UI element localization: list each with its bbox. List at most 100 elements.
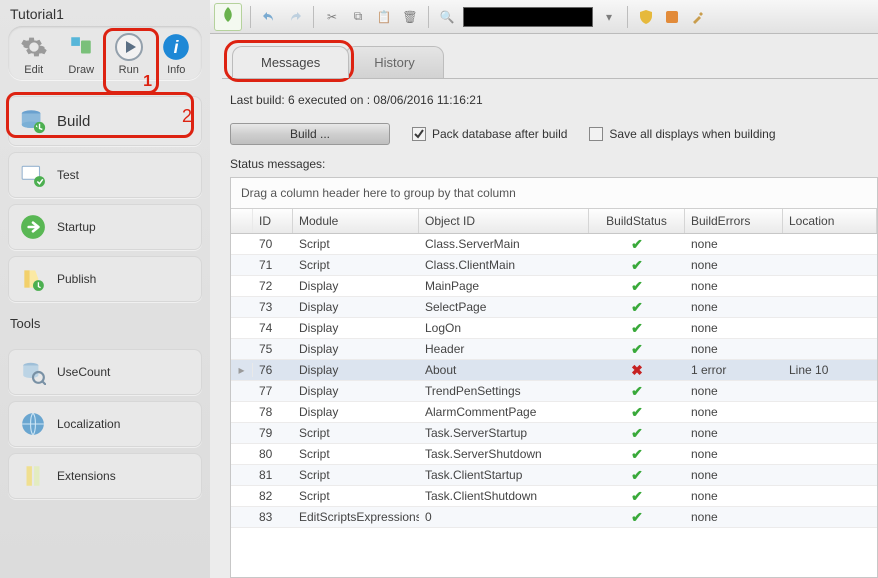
redo-icon[interactable] xyxy=(285,7,305,27)
publish-icon xyxy=(19,265,47,293)
tab-history[interactable]: History xyxy=(345,46,443,78)
save-displays-checkbox[interactable]: Save all displays when building xyxy=(589,127,775,141)
sidebar-item-startup[interactable]: Startup xyxy=(8,204,202,250)
table-row[interactable]: 73DisplaySelectPage✔none xyxy=(231,297,877,318)
table-row[interactable]: 74DisplayLogOn✔none xyxy=(231,318,877,339)
side-group-main: Build 2 Test Startup Publish xyxy=(8,96,202,302)
checkbox-checked-icon xyxy=(412,127,426,141)
cell-id: 78 xyxy=(253,405,293,419)
col-build-errors[interactable]: BuildErrors xyxy=(685,209,783,233)
table-row[interactable]: 83EditScriptsExpressions0✔none xyxy=(231,507,877,528)
app-logo[interactable] xyxy=(214,3,242,31)
cell-build-status: ✔ xyxy=(589,467,685,484)
cell-build-errors: none xyxy=(685,258,783,272)
cell-object-id: Class.ServerMain xyxy=(419,237,589,251)
table-row[interactable]: 70ScriptClass.ServerMain✔none xyxy=(231,234,877,255)
run-view-button[interactable]: Run 1 xyxy=(109,32,149,76)
check-icon: ✔ xyxy=(631,383,643,399)
table-row[interactable]: 82ScriptTask.ClientShutdown✔none xyxy=(231,486,877,507)
check-icon: ✔ xyxy=(631,299,643,315)
x-icon: ✖ xyxy=(631,362,643,378)
table-row[interactable]: 72DisplayMainPage✔none xyxy=(231,276,877,297)
cell-build-errors: none xyxy=(685,279,783,293)
annotation-number-1: 1 xyxy=(143,73,152,91)
col-object-id[interactable]: Object ID xyxy=(419,209,589,233)
cell-id: 81 xyxy=(253,468,293,482)
table-row[interactable]: 78DisplayAlarmCommentPage✔none xyxy=(231,402,877,423)
cell-module: Script xyxy=(293,468,419,482)
cell-build-errors: 1 error xyxy=(685,363,783,377)
undo-icon[interactable] xyxy=(259,7,279,27)
separator xyxy=(627,6,628,28)
sidebar-item-label: Extensions xyxy=(57,469,116,483)
zoom-icon[interactable]: 🔍 xyxy=(437,7,457,27)
status-messages-label: Status messages: xyxy=(222,157,878,175)
col-module[interactable]: Module xyxy=(293,209,419,233)
cell-build-errors: none xyxy=(685,300,783,314)
info-view-button[interactable]: i Info xyxy=(157,32,197,76)
cell-module: EditScriptsExpressions xyxy=(293,510,419,524)
cell-build-status: ✔ xyxy=(589,383,685,400)
annotation-box-1: 1 xyxy=(103,28,159,94)
paste-icon[interactable]: 📋 xyxy=(374,7,394,27)
edit-view-button[interactable]: Edit xyxy=(14,32,54,76)
info-label: Info xyxy=(167,64,185,76)
cell-build-status: ✔ xyxy=(589,320,685,337)
draw-icon xyxy=(66,32,96,62)
sidebar-item-test[interactable]: Test xyxy=(8,152,202,198)
sidebar-item-label: Localization xyxy=(57,417,120,431)
cell-module: Display xyxy=(293,321,419,335)
cell-object-id: Class.ClientMain xyxy=(419,258,589,272)
cell-build-status: ✔ xyxy=(589,488,685,505)
group-by-hint[interactable]: Drag a column header here to group by th… xyxy=(231,178,877,209)
tab-messages[interactable]: Messages xyxy=(232,46,349,78)
check-icon: ✔ xyxy=(631,257,643,273)
check-icon: ✔ xyxy=(631,404,643,420)
sidebar-item-localization[interactable]: Localization xyxy=(8,401,202,447)
checkbox-unchecked-icon xyxy=(589,127,603,141)
cell-build-status: ✔ xyxy=(589,257,685,274)
search-input[interactable] xyxy=(463,7,593,27)
cell-id: 72 xyxy=(253,279,293,293)
cell-build-status: ✔ xyxy=(589,278,685,295)
table-row[interactable]: 81ScriptTask.ClientStartup✔none xyxy=(231,465,877,486)
status-grid: Drag a column header here to group by th… xyxy=(230,177,878,578)
gear-icon xyxy=(19,32,49,62)
col-location[interactable]: Location xyxy=(783,209,877,233)
cell-build-status: ✔ xyxy=(589,299,685,316)
table-row[interactable]: 75DisplayHeader✔none xyxy=(231,339,877,360)
checkbox-label: Pack database after build xyxy=(432,127,567,141)
table-row[interactable]: 77DisplayTrendPenSettings✔none xyxy=(231,381,877,402)
cell-build-status: ✔ xyxy=(589,341,685,358)
cell-object-id: Task.ClientStartup xyxy=(419,468,589,482)
col-build-status[interactable]: BuildStatus xyxy=(589,209,685,233)
cell-module: Display xyxy=(293,279,419,293)
search-options-icon[interactable]: ▾ xyxy=(599,7,619,27)
draw-view-button[interactable]: Draw xyxy=(62,32,102,76)
tools-icon[interactable] xyxy=(688,7,708,27)
shield-gold-icon[interactable] xyxy=(636,7,656,27)
cell-module: Script xyxy=(293,447,419,461)
wizard-icon[interactable] xyxy=(662,7,682,27)
sidebar-item-publish[interactable]: Publish xyxy=(8,256,202,302)
cut-icon[interactable]: ✂ xyxy=(322,7,342,27)
check-icon: ✔ xyxy=(631,488,643,504)
build-button[interactable]: Build ... xyxy=(230,123,390,145)
copy-icon[interactable]: ⧉ xyxy=(348,7,368,27)
col-id[interactable]: ID xyxy=(253,209,293,233)
pack-database-checkbox[interactable]: Pack database after build xyxy=(412,127,567,141)
side-group-tools: UseCount Localization Extensions xyxy=(8,349,202,499)
table-row[interactable]: 80ScriptTask.ServerShutdown✔none xyxy=(231,444,877,465)
table-row[interactable]: 71ScriptClass.ClientMain✔none xyxy=(231,255,877,276)
sidebar-item-extensions[interactable]: Extensions xyxy=(8,453,202,499)
check-icon: ✔ xyxy=(631,467,643,483)
check-icon: ✔ xyxy=(631,509,643,525)
cell-id: 83 xyxy=(253,510,293,524)
check-icon: ✔ xyxy=(631,278,643,294)
sidebar-item-usecount[interactable]: UseCount xyxy=(8,349,202,395)
delete-icon[interactable]: 🗑 xyxy=(400,7,420,27)
cell-object-id: Task.ServerShutdown xyxy=(419,447,589,461)
table-row[interactable]: ▸76DisplayAbout✖1 errorLine 10 xyxy=(231,360,877,381)
table-row[interactable]: 79ScriptTask.ServerStartup✔none xyxy=(231,423,877,444)
col-gutter xyxy=(231,209,253,233)
